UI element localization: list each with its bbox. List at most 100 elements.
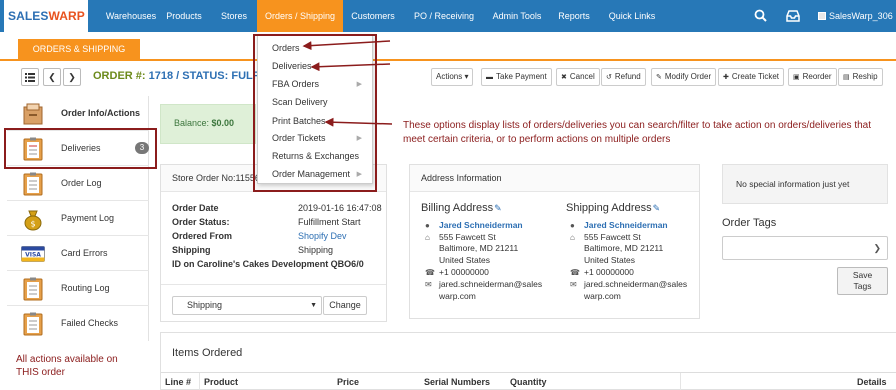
sidebar-item-order-log[interactable]: Order Log xyxy=(7,166,149,201)
svg-text:VISA: VISA xyxy=(25,252,41,259)
column-product[interactable]: Product xyxy=(204,377,238,387)
home-icon: ⌂ xyxy=(570,233,575,242)
column-line-number[interactable]: Line # xyxy=(165,377,191,387)
clipboard-icon xyxy=(23,312,43,336)
change-shipping-button[interactable]: Change xyxy=(323,296,367,315)
billing-phone: +1 00000000 xyxy=(439,267,489,277)
sidebar-annotation: All actions available on THIS order xyxy=(16,354,118,378)
billing-street: 555 Fawcett St xyxy=(439,232,496,242)
reorder-button[interactable]: ▣ Reorder xyxy=(788,68,837,86)
billing-name[interactable]: Jared Schneiderman xyxy=(439,220,523,230)
sidebar-item-card-errors[interactable]: VISA Card Errors xyxy=(7,236,149,271)
column-quantity[interactable]: Quantity xyxy=(510,377,547,387)
tab-underline xyxy=(0,59,896,61)
user-name: SalesWarp_306 xyxy=(829,11,893,21)
take-payment-button[interactable]: ▬ Take Payment xyxy=(481,68,552,86)
edit-pencil-icon[interactable]: ✎ xyxy=(653,203,661,213)
shipping-email-line2: warp.com xyxy=(584,291,621,301)
list-view-button[interactable] xyxy=(21,68,39,86)
orders-shipping-tab[interactable]: ORDERS & SHIPPING xyxy=(18,39,140,59)
person-icon: ● xyxy=(570,221,575,230)
home-icon: ⌂ xyxy=(425,233,430,242)
ordered-from-link[interactable]: Shopify Dev xyxy=(298,231,347,241)
billing-title-text: Billing Address xyxy=(421,202,494,214)
panel-divider xyxy=(161,284,386,285)
inbox-icon[interactable] xyxy=(786,9,800,22)
svg-text:$: $ xyxy=(30,220,35,229)
refund-icon: ↺ xyxy=(606,74,612,81)
top-navbar: SALES WARP Warehouses Products Stores Ord… xyxy=(0,0,896,32)
billing-email-line2: warp.com xyxy=(439,291,476,301)
previous-order-button[interactable]: ❮ xyxy=(43,68,61,86)
shipping-country: United States xyxy=(584,255,636,265)
order-tags-select[interactable]: ❯ xyxy=(722,236,888,260)
nav-reports[interactable]: Reports xyxy=(553,0,595,32)
shipping-method-select[interactable]: Shipping ▼ xyxy=(172,296,322,315)
sidebar-item-order-info[interactable]: Order Info/Actions xyxy=(7,96,149,131)
nav-quick-links[interactable]: Quick Links xyxy=(605,0,659,32)
items-ordered-panel: Items Ordered Line # Product Price Seria… xyxy=(160,332,896,390)
billing-country: United States xyxy=(439,255,491,265)
sidebar-label-failed-checks: Failed Checks xyxy=(61,318,119,328)
nav-admin-tools[interactable]: Admin Tools xyxy=(488,0,546,32)
order-status-value: Fulfillment Start xyxy=(298,217,361,227)
sidebar-item-failed-checks[interactable]: Failed Checks xyxy=(7,306,149,341)
billing-email-line1: jared.schneiderman@sales xyxy=(439,279,543,289)
credit-card-icon: VISA xyxy=(21,246,45,262)
shipping-name[interactable]: Jared Schneiderman xyxy=(584,220,668,230)
modify-order-button[interactable]: ✎ Modify Order xyxy=(651,68,717,86)
nav-po-receiving[interactable]: PO / Receiving xyxy=(410,0,478,32)
cancel-button[interactable]: ✖ Cancel xyxy=(556,68,600,86)
reship-label: Reship xyxy=(852,72,878,81)
nav-stores[interactable]: Stores xyxy=(212,0,256,32)
list-icon xyxy=(25,73,35,82)
edit-pencil-icon[interactable]: ✎ xyxy=(494,203,502,213)
column-separator xyxy=(680,373,681,390)
column-details[interactable]: Details xyxy=(857,377,887,387)
order-status-label: Order Status: xyxy=(172,217,230,227)
user-menu[interactable]: SalesWarp_306 xyxy=(818,0,893,32)
column-serial-numbers[interactable]: Serial Numbers xyxy=(424,377,490,387)
actions-dropdown-button[interactable]: Actions ▾ xyxy=(431,68,474,86)
chevron-right-icon: ❯ xyxy=(68,72,76,82)
refund-label: Refund xyxy=(614,72,641,81)
close-icon: ✖ xyxy=(561,74,567,81)
sidebar-label-routing-log: Routing Log xyxy=(61,283,110,293)
take-payment-label: Take Payment xyxy=(496,72,547,81)
logo-text-warp: WARP xyxy=(48,9,85,23)
next-order-button[interactable]: ❯ xyxy=(63,68,81,86)
save-tags-line2: Tags xyxy=(853,281,872,291)
billing-address-title: Billing Address✎ xyxy=(421,202,502,214)
reship-button[interactable]: ▤ Reship xyxy=(838,68,883,86)
shipping-title-text: Shipping Address xyxy=(566,202,652,214)
create-ticket-button[interactable]: ✚ Create Ticket xyxy=(718,68,785,86)
shipping-street: 555 Fawcett St xyxy=(584,232,641,242)
nav-warehouses[interactable]: Warehouses xyxy=(102,0,160,32)
column-price[interactable]: Price xyxy=(337,377,359,387)
order-date-label: Order Date xyxy=(172,203,219,213)
menu-highlight-box xyxy=(253,34,377,192)
nav-orders-shipping[interactable]: Orders / Shipping xyxy=(257,0,343,32)
shipping-address-title: Shipping Address✎ xyxy=(566,202,660,214)
sidebar-item-routing-log[interactable]: Routing Log xyxy=(7,271,149,306)
saleswarp-logo[interactable]: SALES WARP xyxy=(4,0,88,32)
sidebar-label-order-info: Order Info/Actions xyxy=(61,108,141,118)
clipboard-icon xyxy=(23,172,43,196)
ordered-from-label: Ordered From xyxy=(172,231,233,241)
search-icon[interactable] xyxy=(754,9,767,22)
ticket-icon: ✚ xyxy=(723,74,729,81)
nav-products[interactable]: Products xyxy=(162,0,206,32)
shipping-email-line1: jared.schneiderman@sales xyxy=(584,279,688,289)
money-bag-icon: $ xyxy=(24,210,42,231)
save-tags-line1: Save xyxy=(852,270,873,280)
refund-button[interactable]: ↺ Refund xyxy=(601,68,646,86)
deliveries-highlight-box xyxy=(4,128,157,169)
caret-down-icon: ▼ xyxy=(310,302,317,309)
create-ticket-label: Create Ticket xyxy=(731,72,780,81)
cancel-label: Cancel xyxy=(569,72,595,81)
order-title: ORDER #: 1718 / STATUS: FULFI xyxy=(93,70,263,82)
sidebar-item-payment-log[interactable]: $ Payment Log xyxy=(7,201,149,236)
order-date-value: 2019-01-16 16:47:08 xyxy=(298,203,382,213)
save-tags-button[interactable]: Save Tags xyxy=(837,267,888,295)
nav-customers[interactable]: Customers xyxy=(347,0,399,32)
